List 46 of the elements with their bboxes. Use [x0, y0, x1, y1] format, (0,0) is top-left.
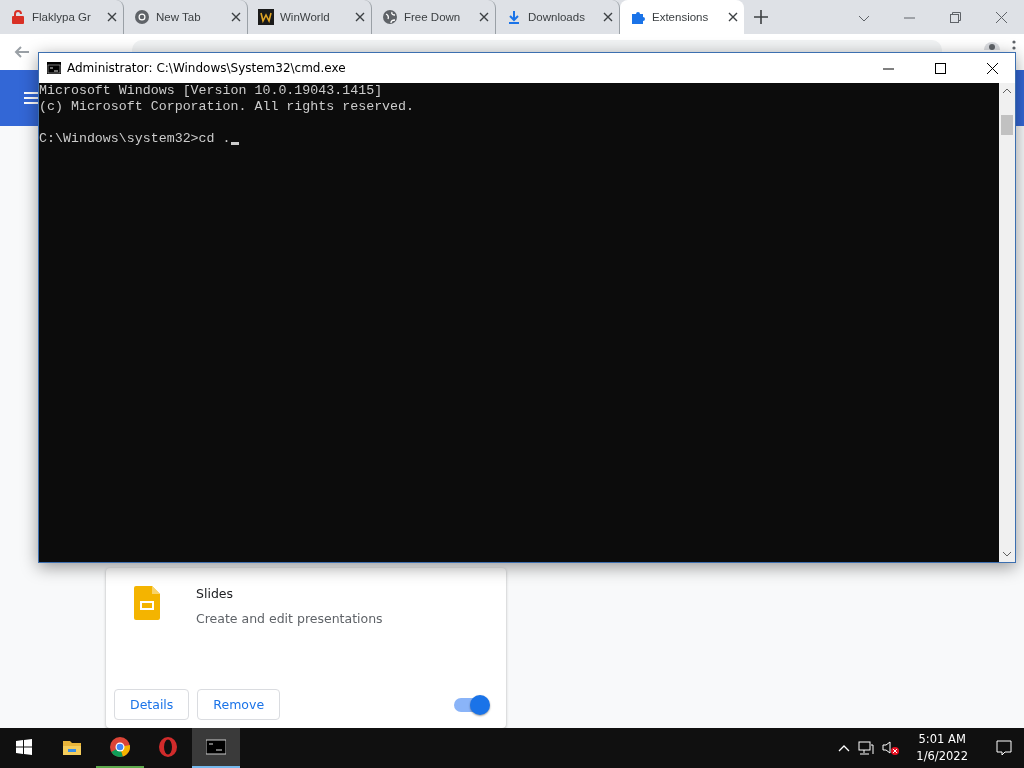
new-tab-icon[interactable] [754, 10, 768, 24]
speaker-muted-icon[interactable] [882, 740, 901, 756]
close-icon[interactable] [107, 12, 117, 22]
restore-icon[interactable] [949, 11, 961, 23]
console-line: Microsoft Windows [Version 10.0.19043.1415] [39, 83, 384, 99]
winworld-icon [258, 9, 274, 25]
console-line: (c) Microsoft Corporation. All rights reserved. [39, 99, 416, 115]
extension-description: Create and edit presentations [196, 611, 383, 626]
scrollbar[interactable] [999, 83, 1015, 562]
console-icon [206, 737, 226, 757]
scroll-thumb[interactable] [1001, 115, 1013, 135]
taskbar-button[interactable] [192, 728, 240, 768]
text-cursor [230, 142, 239, 145]
clock-time[interactable]: 5:01 AM [918, 731, 966, 748]
chrome-icon [134, 9, 150, 25]
close-icon[interactable] [479, 12, 489, 22]
chevron-up-icon[interactable] [838, 744, 851, 752]
menu-icon[interactable] [24, 92, 38, 104]
download-icon [506, 9, 522, 25]
network-icon[interactable] [858, 741, 875, 755]
close-icon[interactable] [355, 12, 365, 22]
puzzle-icon [630, 9, 646, 25]
enable-toggle[interactable] [454, 697, 488, 712]
back-icon[interactable] [14, 44, 30, 60]
chrome-icon [110, 737, 130, 757]
extension-name: Slides [196, 586, 235, 601]
maximize-icon[interactable] [934, 62, 946, 74]
notifications-icon[interactable] [996, 740, 1012, 756]
start-icon[interactable] [16, 739, 32, 755]
browser-tab[interactable]: Extensions [620, 0, 744, 34]
close-icon[interactable] [231, 12, 241, 22]
close-icon[interactable] [603, 12, 613, 22]
clock-date[interactable]: 1/6/2022 [916, 748, 968, 765]
close-icon[interactable] [728, 12, 738, 22]
menu-icon[interactable] [1012, 40, 1016, 50]
window-title: Administrator: C:\Windows\System32\cmd.exe [67, 61, 347, 75]
close-icon[interactable] [986, 62, 998, 74]
slides-icon [134, 586, 160, 620]
opera-icon [158, 737, 178, 757]
command-prompt[interactable]: C:\Windows\system32>cd . [39, 131, 231, 147]
profile-icon[interactable] [984, 40, 1000, 50]
lock-icon [10, 9, 26, 25]
console-icon [47, 62, 61, 74]
globe-icon [382, 9, 398, 25]
remove-button[interactable]: Remove [197, 689, 281, 720]
details-button[interactable]: Details [114, 689, 190, 720]
